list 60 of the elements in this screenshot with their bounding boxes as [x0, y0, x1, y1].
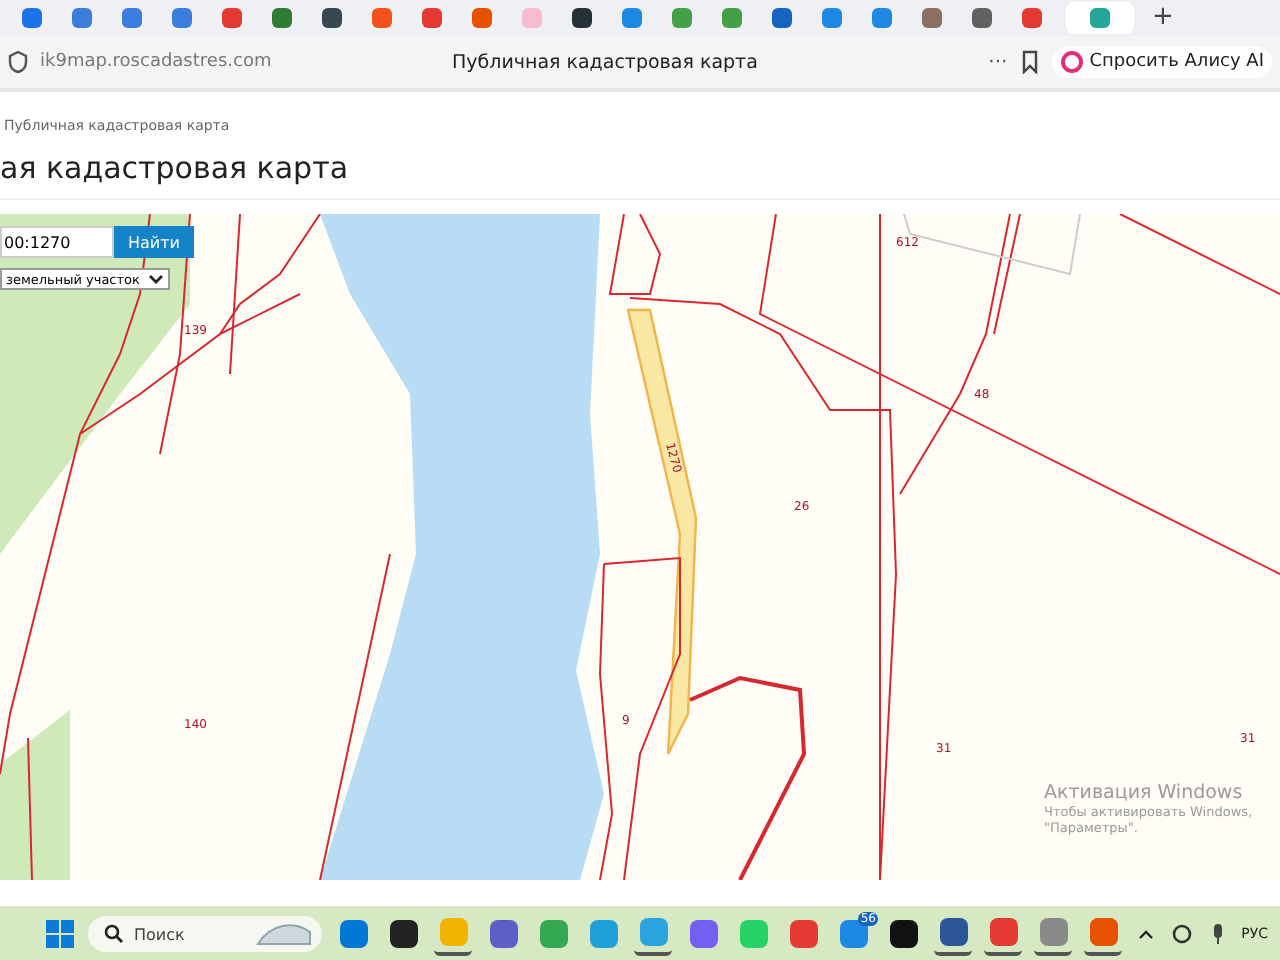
favicon-icon — [1088, 6, 1112, 30]
favicon-icon — [720, 6, 744, 30]
new-tab-button[interactable]: + — [1152, 4, 1174, 32]
app-icon — [437, 916, 469, 948]
app-icon — [537, 918, 569, 950]
app-icon — [587, 918, 619, 950]
address-bar[interactable]: ik9map.roscadastres.com Публичная кадастровая карта ··· — [8, 42, 1040, 82]
page-title: Публичная кадастровая карта — [450, 51, 760, 73]
app-icon — [637, 916, 669, 948]
favicon-icon — [1020, 6, 1044, 30]
browser-tab[interactable] — [316, 2, 348, 34]
app-icon — [387, 918, 419, 950]
search-icon — [104, 924, 124, 944]
ask-alice-button[interactable]: Спросить Алису AI — [1051, 46, 1272, 78]
start-icon[interactable] — [44, 918, 76, 950]
shield-icon — [8, 50, 28, 74]
browser-tab[interactable] — [766, 2, 798, 34]
app-icon — [337, 918, 369, 950]
app-icon — [687, 918, 719, 950]
favicon-icon — [770, 6, 794, 30]
app-icon — [887, 918, 919, 950]
app-icon — [1087, 916, 1119, 948]
favicon-icon — [670, 6, 694, 30]
favicon-icon — [70, 6, 94, 30]
taskbar-search-field[interactable]: Поиск — [88, 916, 322, 952]
favicon-icon — [970, 6, 994, 30]
favicon-icon — [620, 6, 644, 30]
browser-tab[interactable] — [966, 2, 998, 34]
chevron-up-icon[interactable] — [1137, 928, 1154, 940]
favicon-icon — [170, 6, 194, 30]
search-field[interactable]: 00:1270 — [0, 226, 114, 258]
favicon-icon — [220, 6, 244, 30]
favicon-icon — [870, 6, 894, 30]
page-heading: ая кадастровая карта — [0, 134, 1280, 200]
favicon-icon — [520, 6, 544, 30]
favicon-icon — [420, 6, 444, 30]
bookmark-icon[interactable] — [1019, 50, 1040, 74]
favicon-icon — [820, 6, 844, 30]
app-icon — [787, 918, 819, 950]
more-menu-button[interactable]: ··· — [988, 51, 1008, 73]
app-icon — [1037, 916, 1069, 948]
caret-icon — [148, 273, 164, 285]
app-icon — [937, 916, 969, 948]
search-button[interactable]: Найти — [114, 226, 194, 258]
favicon-icon — [370, 6, 394, 30]
ring-icon — [1059, 50, 1084, 74]
favicon-icon — [920, 6, 944, 30]
app-icon — [987, 916, 1019, 948]
url-text: ik9map.roscadastres.com — [40, 52, 274, 72]
app-icon — [487, 918, 519, 950]
favicon-icon — [120, 6, 144, 30]
favicon-icon — [570, 6, 594, 30]
app-icon — [737, 918, 769, 950]
favicon-icon — [320, 6, 344, 30]
favicon-icon — [470, 6, 494, 30]
browser-tab[interactable] — [566, 2, 598, 34]
favicon-icon — [20, 6, 44, 30]
activation-title: Активация Windows — [1044, 782, 1245, 804]
favicon-icon — [270, 6, 294, 30]
microphone-icon[interactable] — [1209, 922, 1226, 946]
